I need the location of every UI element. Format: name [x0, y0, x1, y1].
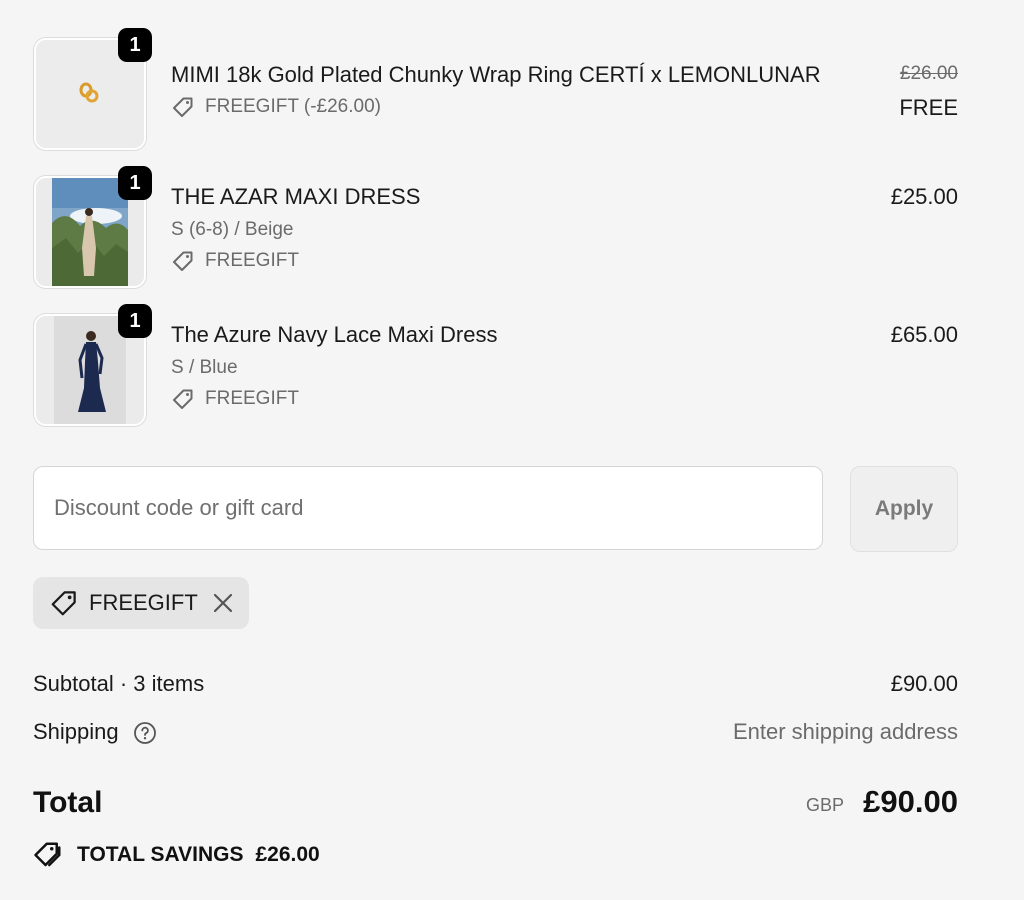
- product-price: £25.00: [890, 184, 958, 209]
- subtotal-label: Subtotal · 3 items: [33, 671, 205, 696]
- product-title: THE AZAR MAXI DRESS: [171, 184, 421, 209]
- total-value: £90.00: [863, 784, 958, 819]
- quantity-badge: 1: [118, 28, 152, 62]
- product-discount: FREEGIFT: [171, 249, 299, 273]
- product-variant: S (6-8) / Beige: [171, 219, 294, 240]
- applied-discount-chip: FREEGIFT: [33, 577, 249, 629]
- product-title: MIMI 18k Gold Plated Chunky Wrap Ring CE…: [171, 62, 821, 87]
- quantity-badge: 1: [118, 166, 152, 200]
- total-savings: TOTAL SAVINGS £26.00: [33, 840, 320, 870]
- product-variant: S / Blue: [171, 357, 238, 378]
- total-label: Total: [33, 786, 103, 819]
- product-price: FREE: [899, 95, 958, 120]
- tag-icon: [49, 588, 79, 618]
- apply-button[interactable]: Apply: [850, 466, 958, 552]
- product-discount: FREEGIFT: [171, 387, 299, 411]
- close-icon[interactable]: [211, 591, 235, 615]
- subtotal-value: £90.00: [890, 671, 958, 696]
- savings-value: £26.00: [255, 843, 320, 866]
- product-title: The Azure Navy Lace Maxi Dress: [171, 322, 498, 347]
- discount-label: FREEGIFT: [205, 388, 299, 409]
- product-discount: FREEGIFT (-£26.00): [171, 95, 381, 119]
- tag-icon: [171, 95, 195, 119]
- discount-label: FREEGIFT (-£26.00): [205, 96, 381, 117]
- cart-item: 1 The Azure Navy Lace Maxi Dress S / Blu…: [34, 304, 958, 426]
- savings-label: TOTAL SAVINGS: [77, 843, 244, 866]
- discount-label: FREEGIFT: [205, 250, 299, 271]
- original-price: £26.00: [899, 63, 958, 84]
- cart-item: 1 MIMI 18k Gold Plated Chunky Wrap Ring …: [34, 28, 958, 150]
- applied-code-label: FREEGIFT: [89, 590, 198, 615]
- tag-icon: [171, 387, 195, 411]
- shipping-value: Enter shipping address: [732, 719, 958, 744]
- tag-icon: [171, 249, 195, 273]
- tags-icon: [33, 840, 63, 870]
- shipping-label: Shipping: [33, 719, 119, 744]
- quantity-badge: 1: [118, 304, 152, 338]
- product-price: £65.00: [890, 322, 958, 347]
- currency-code: GBP: [805, 795, 844, 815]
- question-circle-icon[interactable]: [133, 721, 157, 745]
- cart-item: 1 THE AZAR MAXI DRESS S (6-8) / Beige FR…: [34, 166, 958, 288]
- shipping-row: Shipping: [33, 719, 157, 745]
- discount-code-input[interactable]: [33, 466, 823, 550]
